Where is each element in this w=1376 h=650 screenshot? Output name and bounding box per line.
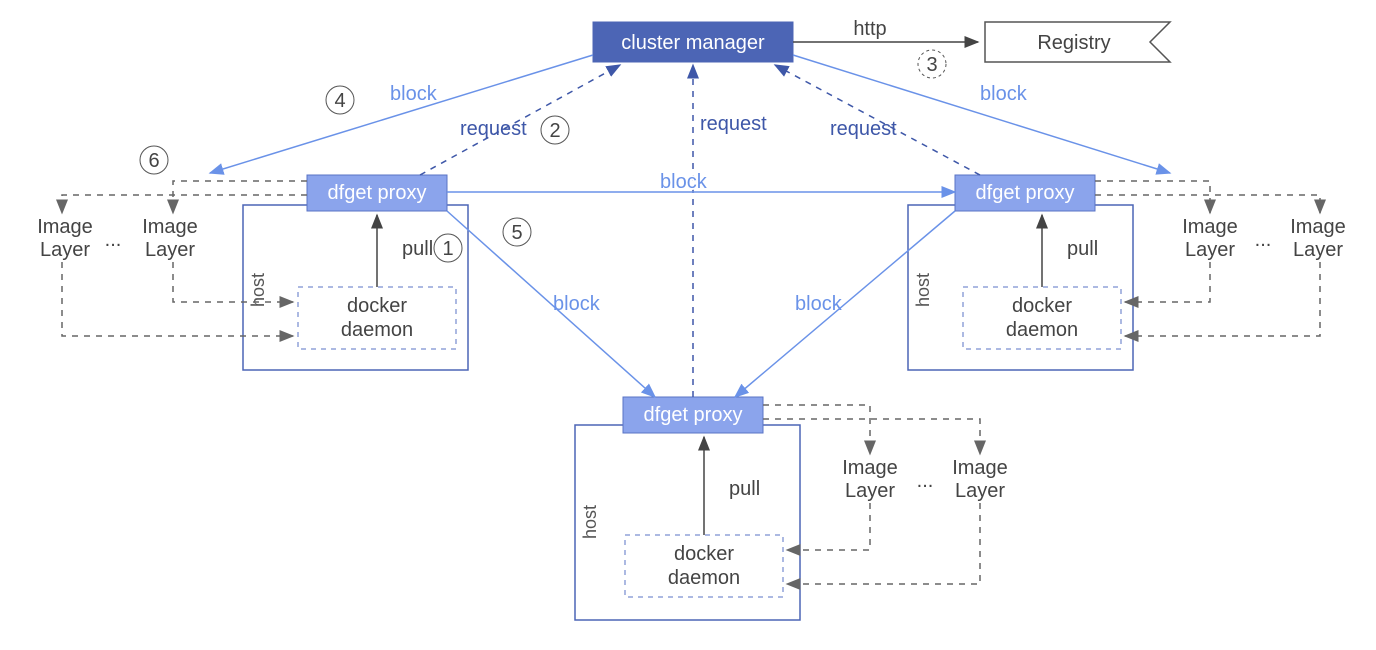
ellipsis-left: ... [105,229,122,251]
img-bot-a1: Image [842,457,898,479]
docker-daemon-right-l2: daemon [1006,319,1078,341]
docker-daemon-left-l1: docker [347,295,407,317]
img-right-b2: Layer [1293,239,1343,261]
block-arrow-left [210,55,593,173]
step-5-num: 5 [511,222,522,244]
architecture-diagram: cluster manager http Registry 3 host dfg… [0,0,1376,650]
host-label-right: host [913,273,933,307]
layer-path-right-a [1095,181,1210,213]
layer-return-right-b [1125,262,1320,336]
docker-daemon-left-l2: daemon [341,319,413,341]
img-left-a2: Layer [40,239,90,261]
img-left-b1: Image [142,216,198,238]
layer-path-right-b [1095,195,1320,213]
layer-path-left-b [173,181,307,213]
block-label-left: block [390,83,438,105]
request-label-right: request [830,118,897,140]
dfget-proxy-bottom-label: dfget proxy [644,404,743,426]
layer-path-bot-a [763,405,870,454]
docker-daemon-bottom-l2: daemon [668,567,740,589]
registry-label: Registry [1037,32,1110,54]
img-right-b1: Image [1290,216,1346,238]
layer-path-left-a [62,195,307,213]
request-label-bottom: request [700,113,767,135]
step-2-num: 2 [549,120,560,142]
block-label-diag-l: block [553,293,601,315]
dfget-proxy-left-label: dfget proxy [328,182,427,204]
img-left-b2: Layer [145,239,195,261]
ellipsis-bottom: ... [917,470,934,492]
layer-return-right-a [1125,262,1210,302]
img-right-a2: Layer [1185,239,1235,261]
pull-label-bottom: pull [729,478,760,500]
request-label-left: request [460,118,527,140]
host-box-left [243,205,468,370]
img-right-a1: Image [1182,216,1238,238]
img-bot-b2: Layer [955,480,1005,502]
block-label-diag-r: block [795,293,843,315]
img-left-a1: Image [37,216,93,238]
docker-daemon-bottom-l1: docker [674,543,734,565]
layer-return-left-b [173,262,293,302]
layer-return-bot-b [787,503,980,584]
step-4-num: 4 [334,90,345,112]
block-label-horiz: block [660,171,708,193]
block-arrow-diag-l [447,211,655,397]
host-box-bottom [575,425,800,620]
img-bot-a2: Layer [845,480,895,502]
block-label-right: block [980,83,1028,105]
ellipsis-right: ... [1255,229,1272,251]
step-1-num: 1 [442,238,453,260]
step-6-num: 6 [148,150,159,172]
host-label-bottom: host [580,505,600,539]
http-label: http [853,18,886,40]
dfget-proxy-right-label: dfget proxy [976,182,1075,204]
host-box-right [908,205,1133,370]
pull-label-right: pull [1067,238,1098,260]
cluster-manager-label: cluster manager [621,32,765,54]
pull-label-left: pull [402,238,433,260]
block-arrow-right [793,55,1170,173]
img-bot-b1: Image [952,457,1008,479]
step-3-num: 3 [926,54,937,76]
docker-daemon-right-l1: docker [1012,295,1072,317]
